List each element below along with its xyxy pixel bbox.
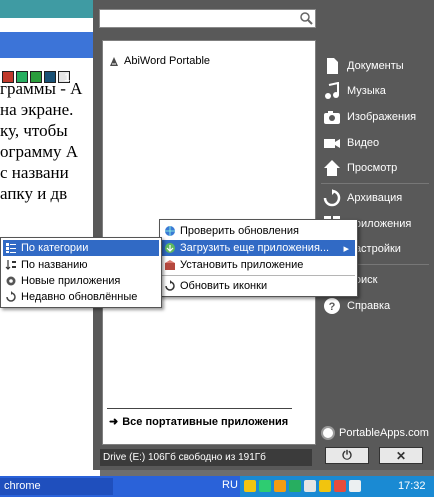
menu-music[interactable]: Музыка [323,82,386,100]
menu-images-label: Изображения [347,111,417,123]
portableapps-label: PortableApps.com [339,427,429,439]
power-icon: ⏻ [342,448,352,462]
search-input[interactable] [99,9,316,28]
tray-icon[interactable] [244,480,256,492]
taskbar-chrome-button[interactable]: chrome [0,478,113,495]
tray-icon[interactable] [274,480,286,492]
tray-icon[interactable] [304,480,316,492]
drive-info: Drive (E:) 106Гб свободно из 191Гб [100,449,312,466]
submenu-recently-updated-label: Недавно обновлённые [21,291,138,303]
menu-separator [162,275,355,276]
recent-refresh-icon [6,291,16,302]
arrow-right-icon: ➜ [109,416,119,428]
svg-text:?: ? [329,301,336,313]
download-globe-icon [165,243,175,253]
tray-icons [244,480,361,492]
menu-install-app-label: Установить приложение [180,259,304,271]
menu-help[interactable]: ? Справка [323,297,390,315]
submenu-new-apps[interactable]: Новые приложения [3,273,159,289]
menu-backup[interactable]: Архивация [323,189,402,207]
power-button[interactable]: ⏻ [325,447,369,464]
menu-refresh-icons-label: Обновить иконки [180,280,268,292]
submenu-by-name[interactable]: По названию [3,257,159,273]
video-icon [324,139,340,148]
tray-icon[interactable] [259,480,271,492]
menu-separator [321,183,429,184]
language-indicator[interactable]: RU [222,479,238,491]
menu-documents[interactable]: Документы [323,57,404,75]
submenu-by-category-label: По категории [21,242,89,254]
refresh-icon [165,280,175,291]
install-box-icon [165,260,175,270]
menu-music-label: Музыка [347,85,386,97]
tray-icon[interactable] [334,480,346,492]
sort-az-icon [5,260,16,270]
home-icon [324,160,340,176]
abiword-icon [110,56,118,66]
app-item-abiword[interactable]: AbiWord Portable [109,55,210,67]
search-icon[interactable] [299,11,313,25]
menu-get-more-apps-label: Загрузить еще приложения... [180,242,330,254]
submenu-new-apps-label: Новые приложения [21,275,121,287]
background-taskbar-strip: 19:24 [0,32,100,84]
menu-help-label: Справка [347,300,391,312]
gear-new-icon [6,276,16,286]
portableapps-ring-icon [321,426,335,440]
close-button[interactable]: ✕ [379,447,423,464]
menu-check-updates-label: Проверить обновления [180,225,299,237]
menu-get-more-apps[interactable]: Загрузить еще приложения... ▸ [162,240,355,256]
menu-browse[interactable]: Просмотр [323,159,397,177]
menu-video-label: Видео [347,137,380,149]
submenu-by-name-label: По названию [21,259,88,271]
camera-icon [324,111,340,124]
all-apps-label: Все портативные приложения [122,415,289,428]
taskbar: chrome RU 17:32 [0,476,434,497]
tray-icon[interactable] [289,480,301,492]
list-divider [107,408,292,409]
all-apps-link[interactable]: ➜ Все портативные приложения [107,408,292,428]
menu-video[interactable]: Видео [323,134,379,152]
menu-refresh-icons[interactable]: Обновить иконки [162,278,355,294]
menu-documents-label: Документы [347,60,404,72]
menu-check-updates[interactable]: Проверить обновления [162,223,355,239]
documents-icon [327,58,338,74]
portableapps-logo[interactable]: PortableApps.com [321,426,429,440]
background-titlebar [0,0,100,18]
menu-images[interactable]: Изображения [323,108,416,126]
taskbar-clock: 17:32 [398,480,426,492]
category-list-icon [6,243,16,253]
help-icon: ? [324,298,340,314]
tray-icon[interactable] [349,480,361,492]
update-globe-icon [165,226,175,236]
tray-icon[interactable] [319,480,331,492]
menu-install-app[interactable]: Установить приложение [162,257,355,273]
options-menu: Проверить обновления Загрузить еще прило… [159,219,358,297]
get-apps-submenu: По категории По названию Новые приложени… [0,237,162,308]
menu-browse-label: Просмотр [347,162,398,174]
submenu-by-category[interactable]: По категории [3,240,159,256]
music-icon [325,82,339,99]
app-item-label: AbiWord Portable [124,55,211,67]
submenu-recently-updated[interactable]: Недавно обновлённые [3,289,159,305]
close-icon: ✕ [395,448,407,463]
menu-backup-label: Архивация [347,192,403,204]
background-document-text: граммы - А на экране. ку, чтобы ограмму … [0,79,83,203]
archive-icon [323,189,341,207]
submenu-arrow-icon: ▸ [343,242,349,255]
